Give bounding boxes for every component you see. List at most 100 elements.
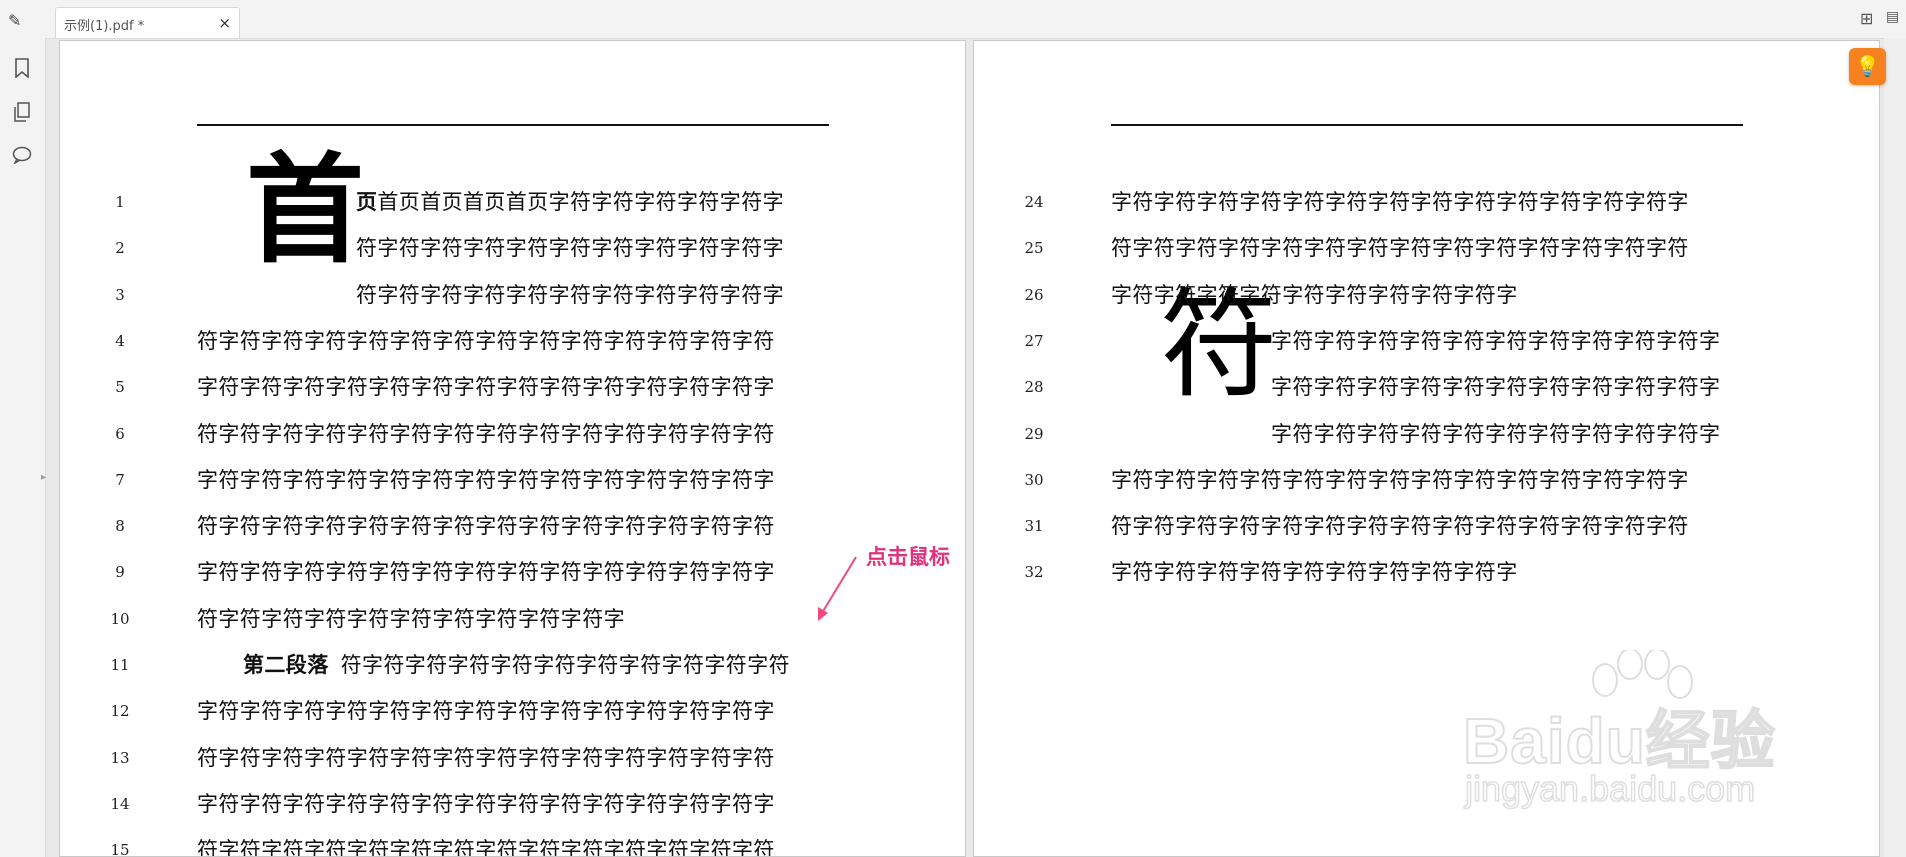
text-line: 30 字符字符字符字符字符字符字符字符字符字符字符字符字符字 bbox=[974, 461, 1879, 495]
line-number: 9 bbox=[115, 563, 125, 582]
bookmark-icon[interactable] bbox=[10, 58, 34, 82]
text-line: 27 字符字符字符字符字符字符字符字符字符字符字 bbox=[974, 322, 1879, 356]
line-text[interactable]: 字符字符字符字符字符字符字符字符字符字符字符字符字符字 bbox=[197, 788, 775, 818]
line-text[interactable]: 字符字符字符字符字符字符字符字符字符字符字符字符字符字 bbox=[1111, 186, 1689, 216]
line-text[interactable]: 符字符字符字符字符字符字符字符字符字符字 bbox=[356, 279, 784, 309]
text-line: 32 字符字符字符字符字符字符字符字符字符字 bbox=[974, 553, 1879, 587]
panel-toggle-icon[interactable]: ▤ bbox=[1886, 9, 1899, 25]
body-text: 符字符字符字符字符字符字符字符字符字符字 bbox=[356, 236, 784, 261]
body-text: 符字符字符字符字符字符字符字符字符字符字 bbox=[197, 606, 625, 631]
text-line: 12 字符字符字符字符字符字符字符字符字符字符字符字符字符字 bbox=[60, 692, 965, 726]
body-text: 符字符字符字符字符字符字符字符字符字符字符字符字符字符 bbox=[197, 838, 775, 857]
line-text[interactable]: 字符字符字符字符字符字符字符字符字符字符字符字符字符字 bbox=[197, 464, 775, 494]
line-number: 8 bbox=[115, 517, 125, 536]
line-text[interactable]: 符字符字符字符字符字符字符字符字符字符字符字符字符字符 bbox=[197, 834, 775, 857]
body-text: 字符字符字符字符字符字符字符字符字符字符字符字符字符字 bbox=[197, 467, 775, 492]
body-text: 字符字符字符字符字符字符字符字符字符字符字 bbox=[1271, 328, 1721, 353]
line-text[interactable]: 符字符字符字符字符字符字符字符字符字符字符字符字符字符 bbox=[1111, 232, 1689, 262]
line-text[interactable]: 字符字符字符字符字符字符字符字符字符字符字 bbox=[1271, 371, 1720, 401]
line-number: 12 bbox=[110, 702, 130, 721]
collapse-handle-icon[interactable]: ▸ bbox=[41, 472, 46, 483]
text-line: 29 字符字符字符字符字符字符字符字符字符字符字 bbox=[974, 415, 1879, 449]
pages-icon[interactable] bbox=[10, 102, 34, 126]
line-text[interactable]: 字符字符字符字符字符字符字符字符字符字 bbox=[1111, 279, 1518, 309]
line-number: 31 bbox=[1024, 517, 1044, 536]
line-number: 26 bbox=[1024, 285, 1044, 304]
body-text: 字符字符字符字符字符字符字符字符字符字符字 bbox=[1271, 421, 1721, 446]
body-text: 符字符字符字符字符字符字符字符字符字符字符 bbox=[340, 653, 791, 677]
lightbulb-icon[interactable]: 💡 bbox=[1849, 48, 1886, 85]
text-line: 14 字符字符字符字符字符字符字符字符字符字符字符字符字符字 bbox=[60, 785, 965, 819]
line-text[interactable]: 符字符字符字符字符字符字符字符字符字符字符字符字符字符 bbox=[197, 325, 775, 355]
line-number: 6 bbox=[115, 424, 125, 443]
text-line: 11 第二段落 符字符字符字符字符字符字符字符字符字符字符 bbox=[60, 646, 965, 680]
line-number: 1 bbox=[115, 193, 125, 211]
line-text[interactable]: 字符字符字符字符字符字符字符字符字符字符字 bbox=[1271, 418, 1720, 448]
body-text: 字符字符字符字符字符字符字符字符字符字 bbox=[1111, 282, 1518, 307]
line-text[interactable]: 符字符字符字符字符字符字符字符字符字符字符字符字符字符 bbox=[197, 742, 775, 772]
line-number: 11 bbox=[110, 656, 130, 674]
header-rule bbox=[1111, 124, 1743, 126]
annotation-label: 点击鼠标 bbox=[866, 544, 950, 569]
body-text: 字符字符字符字符字符字符字符字符字符字符字符字符字符字 bbox=[197, 560, 775, 585]
tab-bar: ✎ 示例(1).pdf * × ⊞ ▤ bbox=[0, 0, 1906, 39]
text-line: 31 符字符字符字符字符字符字符字符字符字符字符字符字符字符 bbox=[974, 507, 1879, 541]
line-number: 32 bbox=[1024, 563, 1044, 582]
text-line: 25 符字符字符字符字符字符字符字符字符字符字符字符字符字符 bbox=[974, 229, 1879, 263]
body-text: 字符字符字符字符字符字符字符字符字符字符字符字符字符字 bbox=[197, 699, 775, 724]
watermark: Baidu经验 jingyan.baidu.com bbox=[1455, 650, 1815, 810]
line-text[interactable]: 符字符字符字符字符字符字符字符字符字符字符字符字符字符 bbox=[197, 418, 775, 448]
line-text[interactable]: 符字符字符字符字符字符字符字符字符字符字符字符字符字符 bbox=[197, 510, 775, 540]
body-text: 字符字符字符字符字符字符字符字符字符字 bbox=[1111, 560, 1518, 585]
grid-view-icon[interactable]: ⊞ bbox=[1860, 9, 1873, 28]
line-number: 2 bbox=[115, 239, 125, 258]
line-text[interactable]: 符字符字符字符字符字符字符字符字符字符字 bbox=[356, 232, 784, 262]
pdf-page-left: 首 1 页首页首页首页首页字符字符字符字符字符字 2 符字符字符字符字符字符字符字符字… bbox=[59, 40, 966, 857]
line-number: 4 bbox=[115, 331, 125, 350]
text-line: 2 符字符字符字符字符字符字符字符字符字符字 bbox=[60, 229, 965, 263]
line-text[interactable]: 符字符字符字符字符字符字符字符字符字符字符字符字符字符 bbox=[1111, 510, 1689, 540]
text-line: 28 字符字符字符字符字符字符字符字符字符字符字 bbox=[974, 368, 1879, 402]
document-tab[interactable]: 示例(1).pdf * × bbox=[55, 7, 240, 38]
line-text[interactable]: 字符字符字符字符字符字符字符字符字符字符字符字符字符字 bbox=[197, 371, 775, 401]
text-line: 5 字符字符字符字符字符字符字符字符字符字符字符字符字符字 bbox=[60, 368, 965, 402]
line-number: 29 bbox=[1024, 424, 1044, 443]
line-number: 28 bbox=[1024, 378, 1044, 397]
body-text: 符字符字符字符字符字符字符字符字符字符字符字符字符字符 bbox=[197, 421, 775, 446]
line-number: 3 bbox=[115, 285, 125, 304]
scrollbar[interactable] bbox=[1884, 38, 1906, 857]
line-text[interactable]: 页首页首页首页首页字符字符字符字符字符字 bbox=[356, 186, 784, 216]
body-text: 字符字符字符字符字符字符字符字符字符字符字符字符字符字 bbox=[197, 375, 775, 400]
line-text[interactable]: 字符字符字符字符字符字符字符字符字符字符字符字符字符字 bbox=[197, 695, 775, 725]
annotation-arrow bbox=[818, 556, 857, 621]
line-text[interactable]: 字符字符字符字符字符字符字符字符字符字符字符字符字符字 bbox=[197, 556, 775, 586]
watermark-site: jingyan.baidu.com bbox=[1464, 767, 1756, 810]
text-line: 26 字符字符字符字符字符字符字符字符字符字 bbox=[974, 276, 1879, 310]
line-text[interactable]: 符字符字符字符字符字符字符字符字符字符字 bbox=[197, 603, 625, 633]
text-line: 13 符字符字符字符字符字符字符字符字符字符字符字符字符字符 bbox=[60, 739, 965, 773]
line-number: 30 bbox=[1024, 470, 1044, 489]
body-text: 符字符字符字符字符字符字符字符字符字符字符字符字符字符 bbox=[1111, 514, 1689, 539]
line-number: 27 bbox=[1024, 331, 1044, 350]
bold-lead-text: 第二段落 bbox=[243, 653, 329, 677]
body-text: 首页首页首页首页字符字符字符字符字符字 bbox=[377, 190, 785, 214]
line-text[interactable]: 第二段落 符字符字符字符字符字符字符字符字符字符字符 bbox=[243, 649, 790, 679]
body-text: 字符字符字符字符字符字符字符字符字符字符字 bbox=[1271, 375, 1721, 400]
line-number: 14 bbox=[110, 794, 130, 813]
text-line: 7 字符字符字符字符字符字符字符字符字符字符字符字符字符字 bbox=[60, 461, 965, 495]
text-line: 3 符字符字符字符字符字符字符字符字符字符字 bbox=[60, 276, 965, 310]
left-sidebar: ▸ bbox=[0, 38, 46, 857]
close-icon[interactable]: × bbox=[218, 14, 231, 32]
line-text[interactable]: 字符字符字符字符字符字符字符字符字符字符字 bbox=[1271, 325, 1720, 355]
line-number: 13 bbox=[110, 748, 130, 767]
text-line: 1 页首页首页首页首页字符字符字符字符字符字 bbox=[60, 183, 965, 217]
line-text[interactable]: 字符字符字符字符字符字符字符字符字符字 bbox=[1111, 556, 1518, 586]
line-text[interactable]: 字符字符字符字符字符字符字符字符字符字符字符字符字符字 bbox=[1111, 464, 1689, 494]
body-text: 符字符字符字符字符字符字符字符字符字符字符字符字符字符 bbox=[1111, 236, 1689, 261]
body-text: 符字符字符字符字符字符字符字符字符字符字符字符字符字符 bbox=[197, 328, 775, 353]
comment-icon[interactable] bbox=[10, 146, 34, 170]
tab-title: 示例(1).pdf * bbox=[64, 19, 145, 34]
text-line: 4 符字符字符字符字符字符字符字符字符字符字符字符字符字符 bbox=[60, 322, 965, 356]
pencil-icon[interactable]: ✎ bbox=[8, 11, 30, 30]
line-number: 10 bbox=[110, 609, 130, 628]
